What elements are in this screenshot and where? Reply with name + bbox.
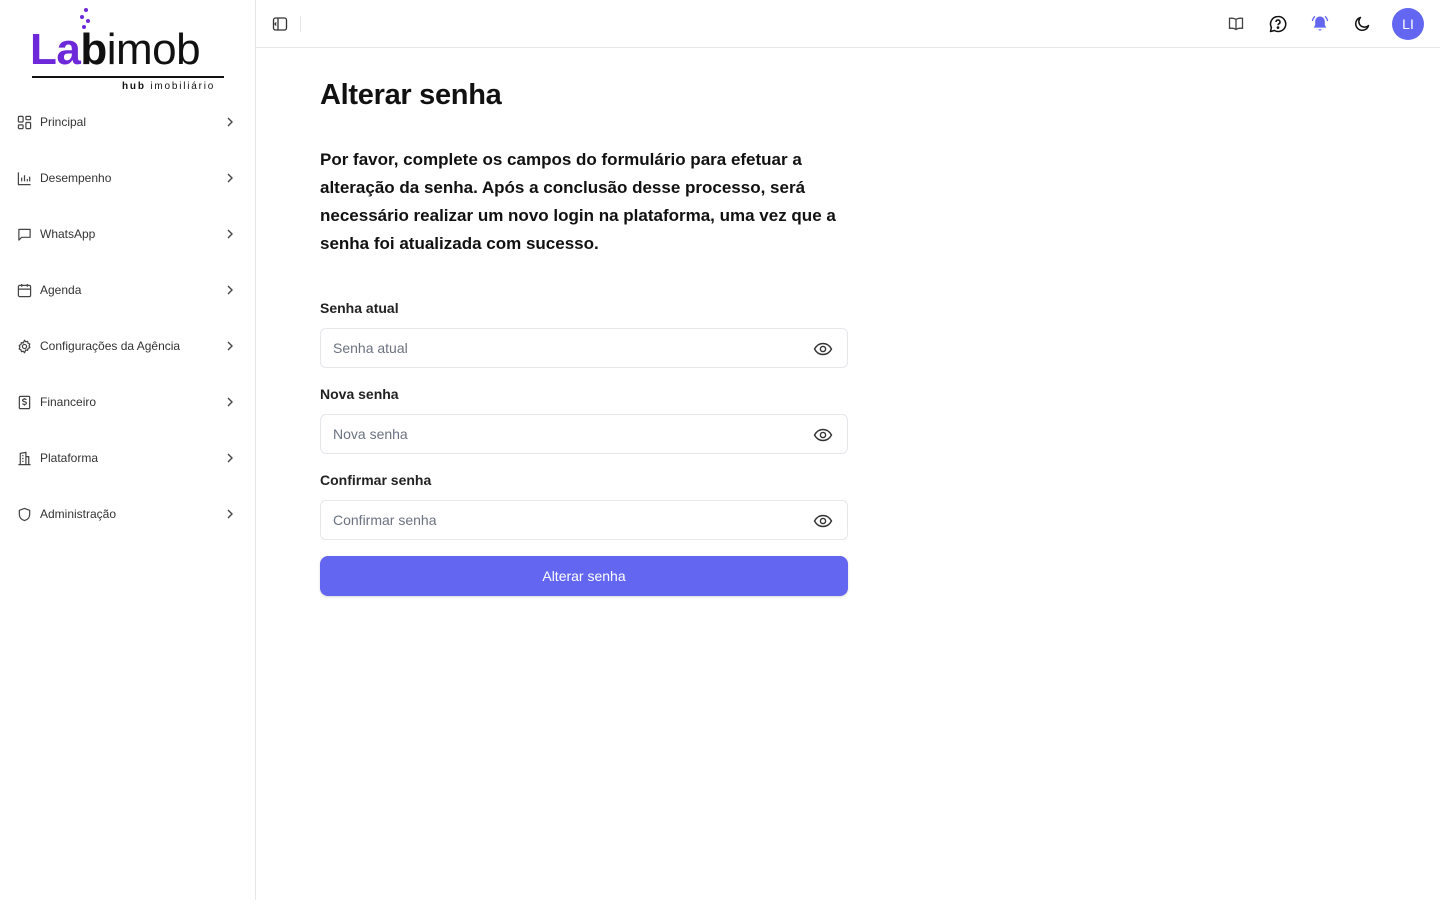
sidebar-item-label: Configurações da Agência [40,339,181,353]
change-password-button[interactable]: Alterar senha [320,556,848,596]
current-password-input[interactable] [321,329,847,367]
sidebar-item-label: Financeiro [40,395,97,409]
confirm-password-label: Confirmar senha [320,472,432,488]
chevron-right-icon [227,509,233,519]
sidebar: Labimob hub imobiliário Principal Desemp… [0,0,256,900]
logo[interactable]: Labimob hub imobiliário [30,8,226,94]
logo-wordmark: Labimob [30,25,201,74]
new-password-input[interactable] [321,415,847,453]
sidebar-toggle-icon[interactable] [272,16,288,32]
chevron-right-icon [227,229,233,239]
main-area: LI Alterar senha Por favor, complete os … [256,0,1440,900]
sidebar-item-label: Principal [40,115,87,129]
chevron-right-icon [227,173,233,183]
help-chat-icon[interactable] [1268,14,1288,34]
sidebar-item-label: WhatsApp [40,227,96,241]
dollar-icon [16,394,32,410]
new-password-label: Nova senha [320,386,399,402]
new-password-field-wrapper [320,414,848,454]
gear-icon [16,338,32,354]
sidebar-item-label: Plataforma [40,451,99,465]
eye-icon[interactable] [813,513,833,529]
sidebar-item-plataforma[interactable]: Plataforma [0,430,255,486]
building-icon [16,450,32,466]
grid-icon [16,114,32,130]
calendar-icon [16,282,32,298]
eye-icon[interactable] [813,427,833,443]
sidebar-item-administracao[interactable]: Administração [0,486,255,542]
chevron-right-icon [227,285,233,295]
form-description: Por favor, complete os campos do formulá… [320,150,836,253]
current-password-label: Senha atual [320,300,399,316]
message-icon [16,226,32,242]
eye-icon[interactable] [813,341,833,357]
topbar-divider [300,16,301,32]
confirm-password-field-wrapper [320,500,848,540]
current-password-field-wrapper [320,328,848,368]
sidebar-item-label: Desempenho [40,171,112,185]
sidebar-item-whatsapp[interactable]: WhatsApp [0,206,255,262]
sidebar-item-configuracoes[interactable]: Configurações da Agência [0,318,255,374]
user-avatar[interactable]: LI [1392,8,1424,40]
sidebar-nav: Principal Desempenho WhatsApp Agenda Con… [0,94,255,542]
bar-chart-icon [16,170,32,186]
bell-icon[interactable] [1310,14,1330,34]
topbar: LI [256,0,1440,48]
logo-tagline: hub imobiliário [122,81,216,92]
confirm-password-input[interactable] [321,501,847,539]
sidebar-item-financeiro[interactable]: Financeiro [0,374,255,430]
sidebar-item-desempenho[interactable]: Desempenho [0,150,255,206]
chevron-right-icon [227,117,233,127]
chevron-right-icon [227,341,233,351]
book-icon[interactable] [1226,14,1246,34]
logo-underline [32,76,224,78]
sidebar-item-principal[interactable]: Principal [0,94,255,150]
topbar-actions: LI [1204,8,1424,40]
moon-icon[interactable] [1352,14,1372,34]
change-password-form: Alterar senha Por favor, complete os cam… [320,78,848,596]
sidebar-item-label: Agenda [40,283,82,297]
shield-icon [16,506,32,522]
chevron-right-icon [227,397,233,407]
app-root: Labimob hub imobiliário Principal Desemp… [0,0,1440,900]
chevron-right-icon [227,453,233,463]
page-title: Alterar senha [320,79,502,111]
sidebar-item-agenda[interactable]: Agenda [0,262,255,318]
sidebar-item-label: Administração [40,507,117,521]
